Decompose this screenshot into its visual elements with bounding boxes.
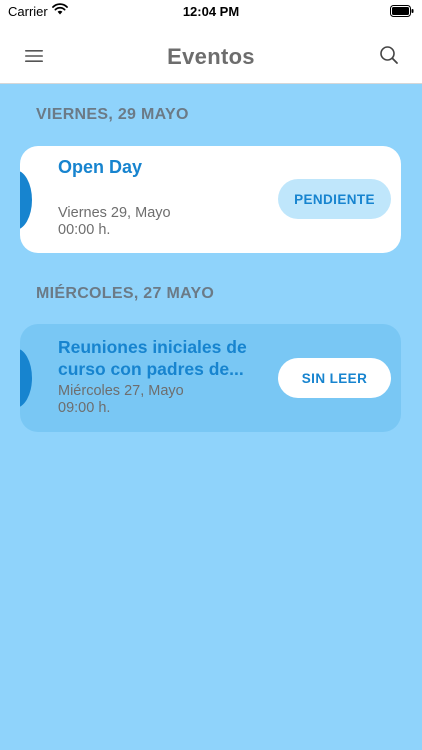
event-date: Viernes 29, Mayo <box>58 205 171 221</box>
event-time: 09:00 h. <box>58 400 111 416</box>
event-time: 00:00 h. <box>58 222 111 238</box>
event-title-line-1: Reuniones iniciales de <box>58 337 247 357</box>
battery-icon <box>390 5 414 20</box>
status-bar: Carrier 12:04 PM <box>0 0 422 24</box>
event-card-reuniones[interactable]: Reuniones iniciales de curso con padres … <box>20 324 401 432</box>
event-accent-marker <box>20 348 32 408</box>
event-card-open-day[interactable]: Open Day Viernes 29, Mayo 00:00 h. PENDI… <box>20 146 401 253</box>
status-badge-pendiente[interactable]: PENDIENTE <box>278 179 391 219</box>
event-accent-marker <box>20 169 32 230</box>
nav-bar: Eventos <box>0 24 422 84</box>
search-icon <box>380 46 398 64</box>
section-header-miercoles: MIÉRCOLES, 27 MAYO <box>36 285 215 302</box>
event-title-line-2: curso con padres de... <box>58 359 244 379</box>
event-date: Miércoles 27, Mayo <box>58 383 184 399</box>
search-button[interactable] <box>376 42 402 68</box>
page-title: Eventos <box>167 44 255 69</box>
status-time: 12:04 PM <box>182 4 240 19</box>
status-badge-sin-leer[interactable]: SIN LEER <box>278 358 391 398</box>
section-header-viernes: VIERNES, 29 MAYO <box>36 106 189 123</box>
event-title: Open Day <box>58 157 143 177</box>
